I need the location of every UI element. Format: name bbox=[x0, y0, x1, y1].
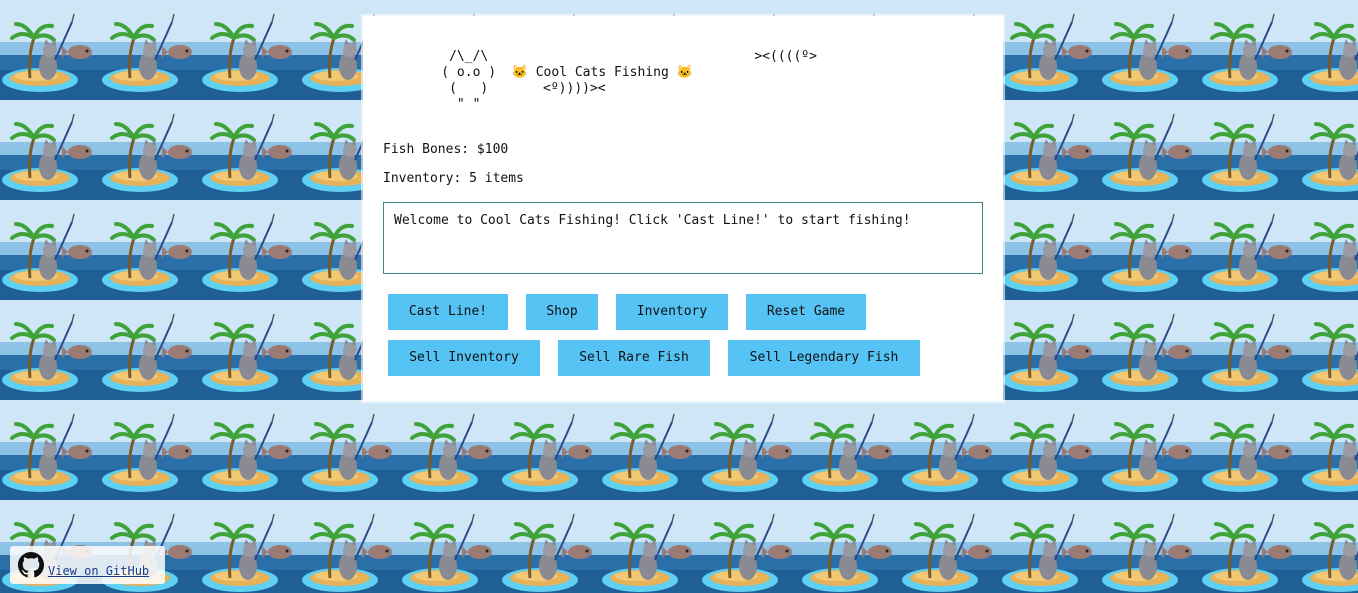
background-tile bbox=[800, 400, 900, 500]
sell-inventory-button[interactable]: Sell Inventory bbox=[388, 340, 540, 376]
background-tile bbox=[900, 400, 1000, 500]
background-tile bbox=[1000, 100, 1100, 200]
cast-line-button[interactable]: Cast Line! bbox=[388, 294, 508, 330]
background-tile bbox=[300, 500, 400, 593]
action-row-primary: Cast Line! Shop Inventory Reset Game bbox=[388, 294, 866, 330]
sell-rare-fish-button[interactable]: Sell Rare Fish bbox=[558, 340, 710, 376]
background-tile bbox=[200, 200, 300, 300]
background-tile bbox=[200, 400, 300, 500]
background-tile bbox=[500, 400, 600, 500]
sell-legendary-fish-button[interactable]: Sell Legendary Fish bbox=[728, 340, 920, 376]
background-tile bbox=[200, 500, 300, 593]
background-tile bbox=[1100, 100, 1200, 200]
background-tile bbox=[100, 400, 200, 500]
background-tile bbox=[200, 0, 300, 100]
background-tile bbox=[1200, 100, 1300, 200]
background-tile bbox=[1100, 400, 1200, 500]
background-tile bbox=[1300, 500, 1358, 593]
background-tile bbox=[1000, 0, 1100, 100]
background-tile bbox=[0, 100, 100, 200]
background-tile bbox=[1300, 300, 1358, 400]
background-tile bbox=[1100, 500, 1200, 593]
background-tile bbox=[0, 300, 100, 400]
ascii-line-2: ( o.o ) 🐱 Cool Cats Fishing 🐱 bbox=[363, 65, 693, 80]
background-tile bbox=[1200, 200, 1300, 300]
background-tile bbox=[700, 500, 800, 593]
background-tile bbox=[900, 500, 1000, 593]
view-on-github-link[interactable]: View on GitHub bbox=[48, 564, 149, 578]
background-tile bbox=[500, 500, 600, 593]
background-tile bbox=[100, 0, 200, 100]
github-badge[interactable]: View on GitHub bbox=[10, 546, 165, 584]
inventory-button[interactable]: Inventory bbox=[616, 294, 728, 330]
ascii-line-3: ( ) <º))))>< bbox=[363, 81, 606, 96]
game-panel: /\_/\ ><((((º> ( o.o ) 🐱 Cool Cats Fishi… bbox=[363, 16, 1003, 401]
fish-bones-counter: Fish Bones: $100 bbox=[383, 142, 509, 157]
background-tile bbox=[1200, 500, 1300, 593]
background-tile bbox=[400, 400, 500, 500]
background-tile bbox=[1000, 400, 1100, 500]
message-log: Welcome to Cool Cats Fishing! Click 'Cas… bbox=[383, 202, 983, 274]
background-tile bbox=[1100, 300, 1200, 400]
background-tile bbox=[600, 400, 700, 500]
background-tile bbox=[1300, 0, 1358, 100]
github-icon bbox=[18, 552, 44, 578]
background-tile bbox=[800, 500, 900, 593]
background-tile bbox=[1300, 400, 1358, 500]
action-row-sell: Sell Inventory Sell Rare Fish Sell Legen… bbox=[388, 340, 920, 376]
inventory-counter: Inventory: 5 items bbox=[383, 171, 524, 186]
background-tile bbox=[1300, 200, 1358, 300]
background-tile bbox=[1100, 200, 1200, 300]
background-tile bbox=[1200, 300, 1300, 400]
background-tile bbox=[1200, 0, 1300, 100]
background-tile bbox=[200, 300, 300, 400]
background-tile bbox=[1000, 500, 1100, 593]
background-tile bbox=[300, 400, 400, 500]
background-tile bbox=[0, 200, 100, 300]
background-tile bbox=[700, 400, 800, 500]
background-tile bbox=[1200, 400, 1300, 500]
background-tile bbox=[1000, 200, 1100, 300]
ascii-line-4: " " bbox=[363, 97, 481, 112]
background-tile bbox=[100, 200, 200, 300]
background-tile bbox=[100, 100, 200, 200]
reset-game-button[interactable]: Reset Game bbox=[746, 294, 866, 330]
background-tile bbox=[0, 0, 100, 100]
background-tile bbox=[400, 500, 500, 593]
background-tile bbox=[1300, 100, 1358, 200]
background-tile bbox=[100, 300, 200, 400]
shop-button[interactable]: Shop bbox=[526, 294, 598, 330]
background-tile bbox=[1000, 300, 1100, 400]
background-tile bbox=[200, 100, 300, 200]
ascii-title-art: /\_/\ ><((((º> ( o.o ) 🐱 Cool Cats Fishi… bbox=[363, 49, 1003, 113]
background-tile bbox=[1100, 0, 1200, 100]
ascii-line-1: /\_/\ ><((((º> bbox=[363, 49, 817, 64]
background-tile bbox=[0, 400, 100, 500]
background-tile bbox=[600, 500, 700, 593]
